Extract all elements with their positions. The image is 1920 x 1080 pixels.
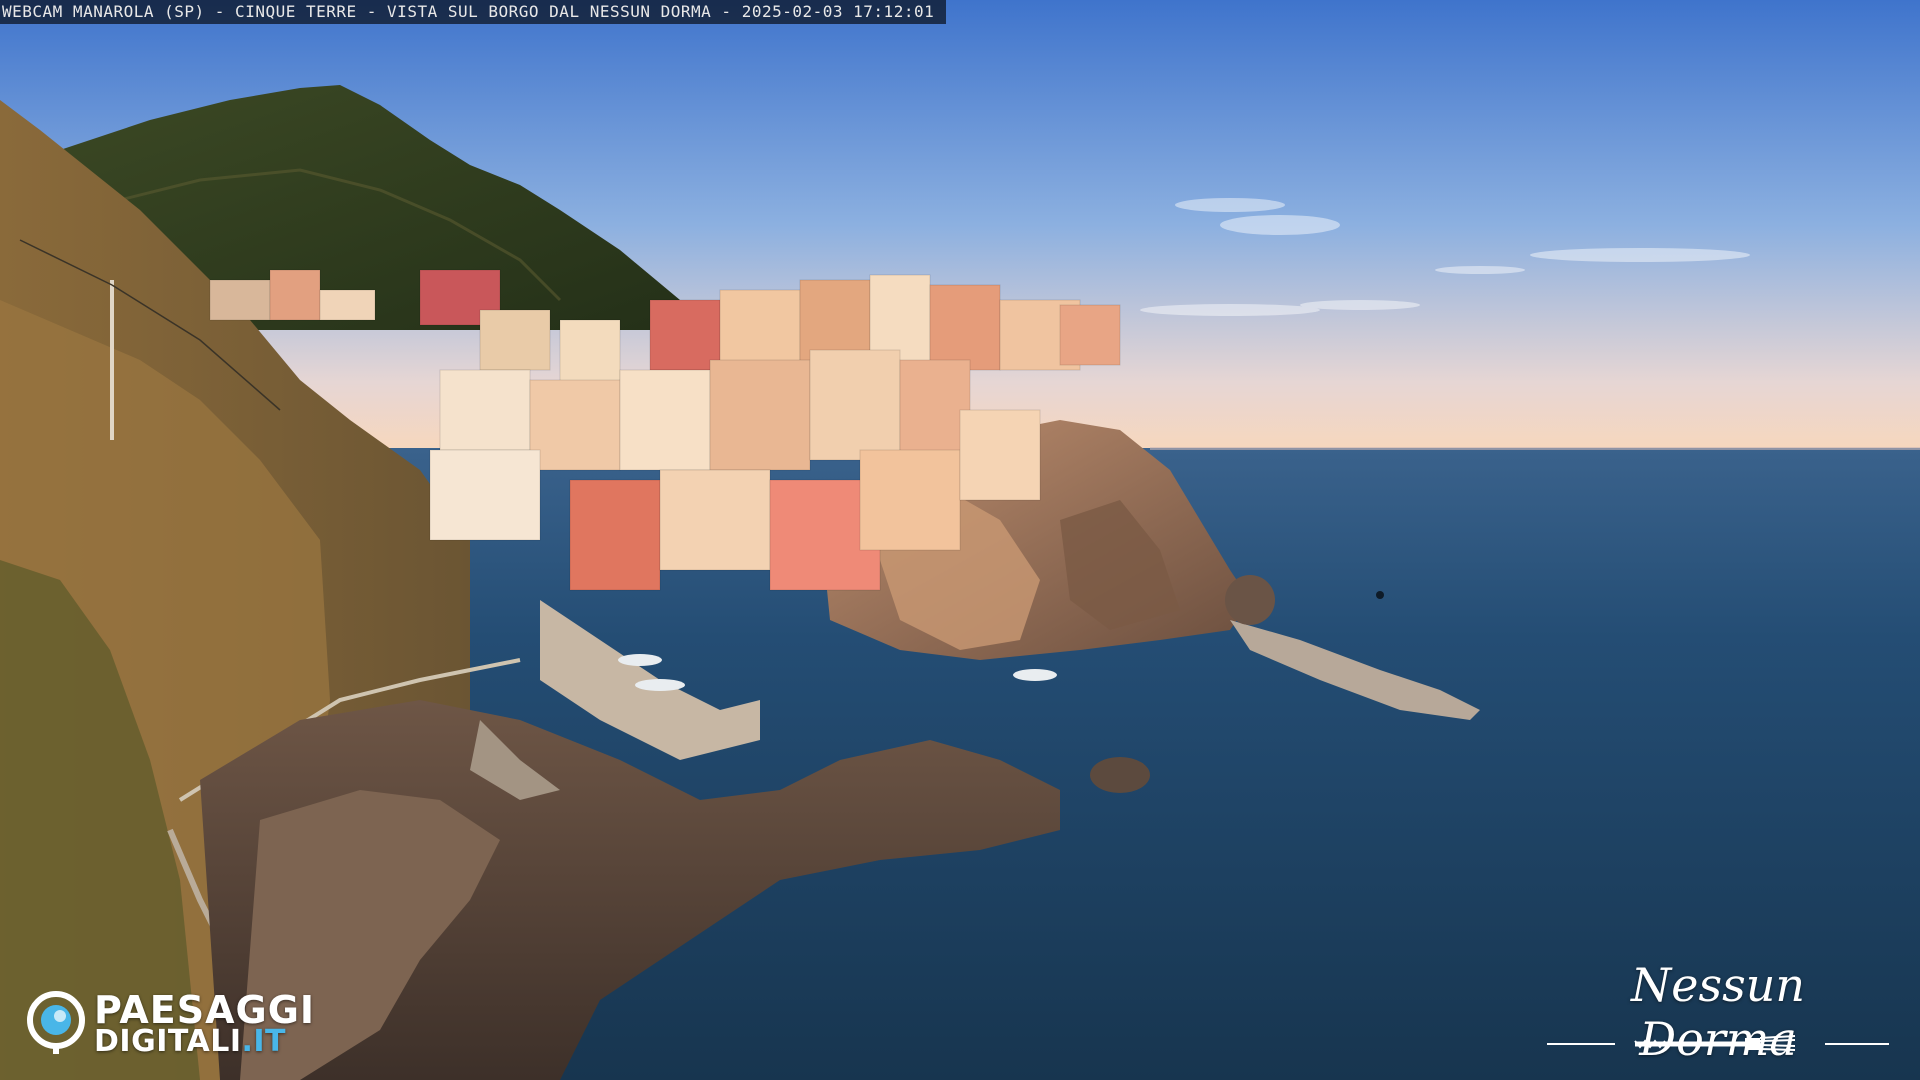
webcam-frame: WEBCAM MANAROLA (SP) - CINQUE TERRE - VI… [0,0,1920,1080]
paesaggi-digitali-logo: PAESAGGI DIGITALI.IT [26,986,336,1059]
landscape-image [0,0,1920,1080]
webcam-caption: WEBCAM MANAROLA (SP) - CINQUE TERRE - VI… [0,0,946,24]
nessun-dorma-logo: Nessun Dorma [1545,958,1891,1066]
logo-line2: DIGITALI.IT [94,1024,286,1059]
logo-line2-main: DIGITALI [94,1024,242,1059]
fork-icon [1547,1035,1889,1051]
eye-logo-icon [27,991,85,1054]
logo-line2-suffix: .IT [241,1024,287,1059]
